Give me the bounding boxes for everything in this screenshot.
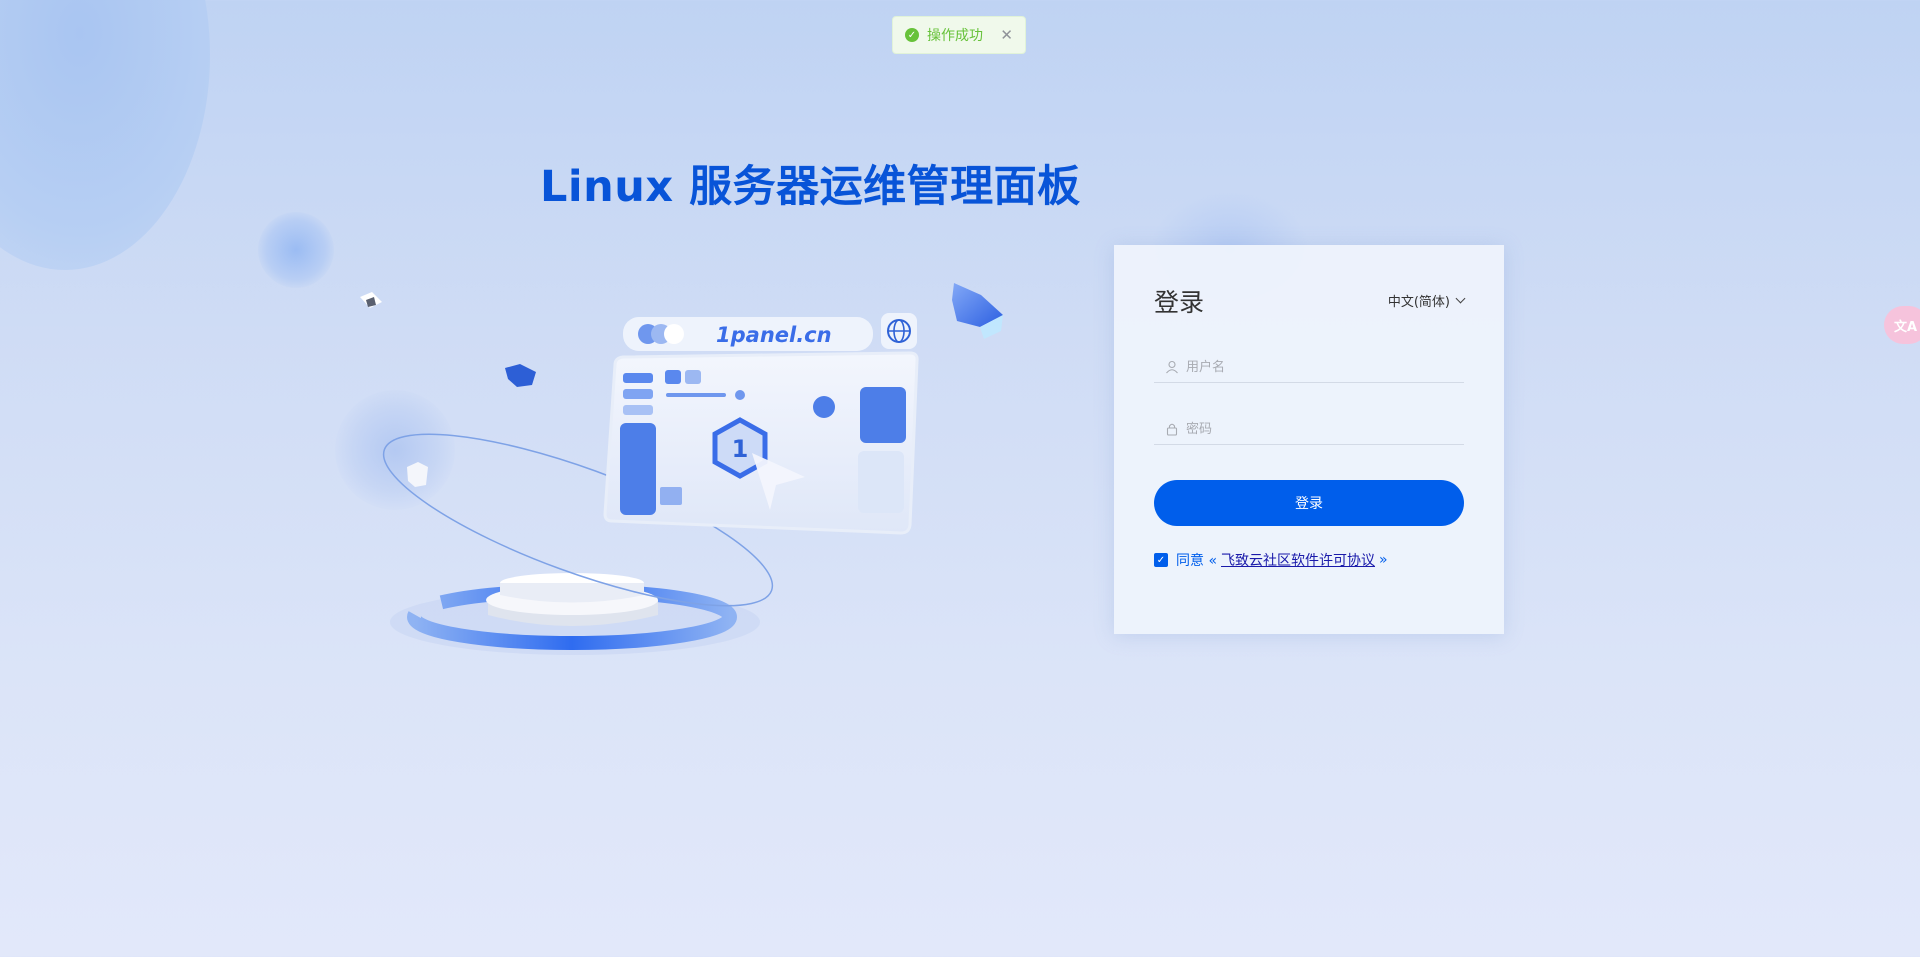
page-headline: Linux 服务器运维管理面板 xyxy=(540,162,1081,212)
translate-icon: 文A xyxy=(1894,319,1918,335)
success-check-icon: ✓ xyxy=(905,28,919,42)
password-field[interactable] xyxy=(1154,414,1464,445)
password-input[interactable] xyxy=(1184,420,1464,438)
toast-message: 操作成功 xyxy=(927,28,983,44)
globe-icon xyxy=(881,313,917,349)
background-blob xyxy=(258,212,334,288)
blue-cube-icon xyxy=(505,364,536,387)
agree-checkbox[interactable]: ✓ xyxy=(1154,553,1168,567)
white-cube-icon xyxy=(407,462,428,487)
chevron-down-icon xyxy=(1455,293,1466,304)
success-toast: ✓ 操作成功 ✕ xyxy=(892,16,1026,54)
login-button[interactable]: 登录 xyxy=(1154,480,1464,526)
username-input[interactable] xyxy=(1184,358,1464,376)
glass-cube-icon xyxy=(952,283,1003,339)
svg-text:1: 1 xyxy=(732,435,749,463)
translate-button[interactable]: 文A xyxy=(1884,306,1920,344)
lock-icon xyxy=(1166,423,1178,436)
agreement-row: ✓ 同意 « 飞致云社区软件许可协议 » xyxy=(1154,550,1388,570)
username-field[interactable] xyxy=(1154,352,1464,383)
language-selector[interactable]: 中文(简体) xyxy=(1387,291,1466,310)
white-cube-icon xyxy=(360,292,382,308)
language-label: 中文(简体) xyxy=(1387,295,1450,310)
domain-label: 1panel.cn xyxy=(716,323,832,347)
close-icon[interactable]: ✕ xyxy=(1000,26,1013,44)
login-title: 登录 xyxy=(1154,288,1205,317)
agree-suffix: » xyxy=(1379,552,1388,568)
hero-illustration: 1panel.cn 1 xyxy=(360,283,1003,655)
agree-prefix: 同意 « xyxy=(1176,553,1218,569)
license-agreement-link[interactable]: 飞致云社区软件许可协议 xyxy=(1221,550,1375,570)
user-icon xyxy=(1166,360,1178,374)
background-blob xyxy=(0,0,210,270)
